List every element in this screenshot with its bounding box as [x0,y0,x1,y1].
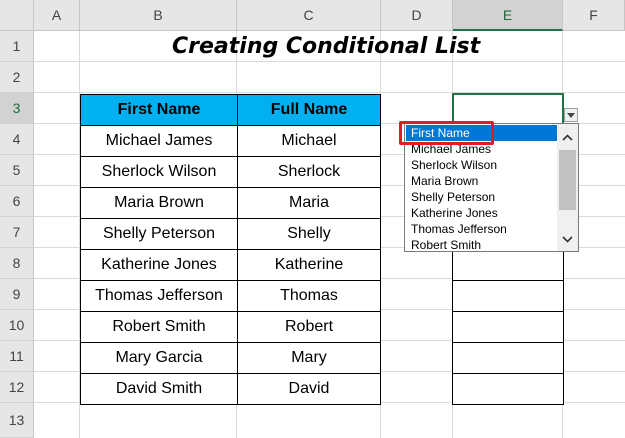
row-header-2[interactable]: 2 [0,62,34,93]
sheet-title: Creating Conditional List [172,33,481,59]
row-header-8[interactable]: 8 [0,248,34,279]
row-header-12[interactable]: 12 [0,372,34,403]
dropdown-scrollbar[interactable] [557,124,578,251]
first-name-cell[interactable]: David Smith [80,373,238,405]
chevron-up-icon [562,133,573,141]
full-name-cell[interactable]: David [237,373,381,405]
full-name-cell[interactable]: Sherlock [237,156,381,188]
dropdown-arrow-button[interactable] [564,108,578,122]
first-name-cell[interactable]: Maria Brown [80,187,238,219]
full-name-cell[interactable]: Thomas [237,280,381,312]
first-name-cell[interactable]: Michael James [80,125,238,157]
chevron-down-icon [567,112,575,118]
table-header-first-name[interactable]: First Name [80,94,238,126]
validation-cell[interactable] [452,342,564,374]
validation-cell[interactable] [452,311,564,343]
dropdown-option[interactable]: Sherlock Wilson [406,157,557,173]
row-header-3[interactable]: 3 [0,93,34,124]
validation-cell[interactable] [452,280,564,312]
validation-cell[interactable] [452,373,564,405]
full-name-cell[interactable]: Mary [237,342,381,374]
dropdown-option[interactable]: Robert Smith [406,237,557,253]
row-header-9[interactable]: 9 [0,279,34,310]
dropdown-option[interactable]: Thomas Jefferson [406,221,557,237]
dropdown-option[interactable]: Katherine Jones [406,205,557,221]
dropdown-option[interactable]: Maria Brown [406,173,557,189]
first-name-cell[interactable]: Thomas Jefferson [80,280,238,312]
full-name-cell[interactable]: Michael [237,125,381,157]
dropdown-option[interactable]: Shelly Peterson [406,189,557,205]
validation-cell[interactable] [452,249,564,281]
chevron-down-icon [562,235,573,243]
full-name-cell[interactable]: Shelly [237,218,381,250]
column-header-e[interactable]: E [453,0,563,31]
column-header-a[interactable]: A [34,0,80,31]
column-header-c[interactable]: C [237,0,381,31]
scroll-down-button[interactable] [557,228,578,250]
column-header-f[interactable]: F [563,0,625,31]
row-header-4[interactable]: 4 [0,124,34,155]
table-header-full-name[interactable]: Full Name [237,94,381,126]
first-name-cell[interactable]: Robert Smith [80,311,238,343]
highlight-box [399,121,494,145]
first-name-cell[interactable]: Shelly Peterson [80,218,238,250]
first-name-cell[interactable]: Katherine Jones [80,249,238,281]
column-header-b[interactable]: B [80,0,237,31]
row-header-13[interactable]: 13 [0,403,34,438]
first-name-cell[interactable]: Mary Garcia [80,342,238,374]
spreadsheet: A B C D E F 1 2 3 4 5 6 7 8 9 10 11 12 1… [0,0,625,438]
row-header-6[interactable]: 6 [0,186,34,217]
scrollbar-thumb[interactable] [559,150,576,210]
full-name-cell[interactable]: Katherine [237,249,381,281]
row-header-7[interactable]: 7 [0,217,34,248]
full-name-cell[interactable]: Maria [237,187,381,219]
first-name-cell[interactable]: Sherlock Wilson [80,156,238,188]
row-header-11[interactable]: 11 [0,341,34,372]
row-header-1[interactable]: 1 [0,31,34,62]
column-header-d[interactable]: D [381,0,453,31]
scroll-up-button[interactable] [557,126,578,148]
row-header-5[interactable]: 5 [0,155,34,186]
full-name-cell[interactable]: Robert [237,311,381,343]
select-all-corner[interactable] [0,0,34,31]
row-header-10[interactable]: 10 [0,310,34,341]
